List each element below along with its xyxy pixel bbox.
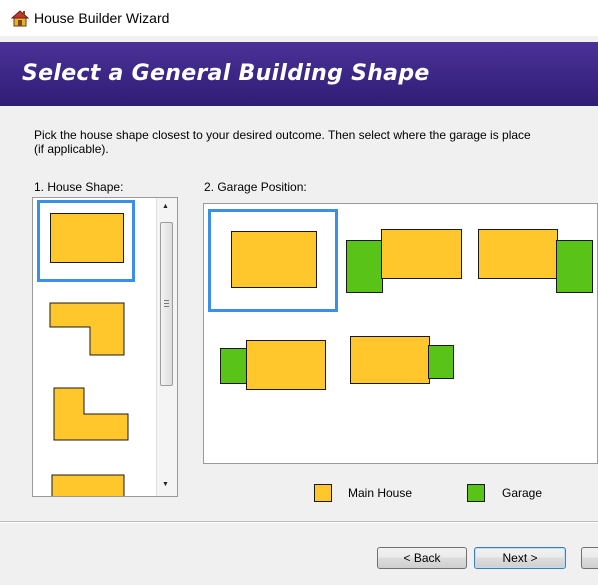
house-icon [11,10,29,27]
house-shape-label: 1. House Shape: [34,180,124,194]
instructions: Pick the house shape closest to your des… [34,128,598,156]
scroll-up-arrow-icon[interactable]: ▲ [162,203,169,210]
shape-option-partial[interactable] [51,474,127,497]
shape-option-l-shape-1[interactable] [49,302,125,356]
next-button[interactable]: Next > [474,547,566,569]
page-title: Select a General Building Shape [22,61,430,86]
title-bar: House Builder Wizard [0,0,598,36]
wizard-header: Select a General Building Shape [0,42,598,106]
instructions-line-2: (if applicable). [34,142,109,156]
shape-option-rectangle[interactable] [37,200,135,282]
shape-option-l-shape-2[interactable] [53,387,129,441]
garage-position-list[interactable] [203,203,598,464]
garage-option-left[interactable] [344,224,469,298]
window-title: House Builder Wizard [34,10,170,26]
garage-option-none[interactable] [208,209,338,312]
footer-divider [0,521,598,523]
garage-shape [428,345,454,379]
garage-legend-swatch [467,484,485,502]
instructions-line-1: Pick the house shape closest to your des… [34,128,531,142]
garage-shape [556,240,593,293]
shape-list-scrollbar[interactable]: ▲ ▼ [156,198,177,496]
garage-shape [346,240,383,293]
scrollbar-thumb[interactable] [160,222,173,386]
main-house-legend-label: Main House [348,486,413,500]
garage-shape [220,348,248,384]
main-house-shape [381,229,462,279]
house-shape-rectangle [50,213,124,263]
main-house-shape [246,340,326,390]
main-house-legend-swatch [314,484,332,502]
main-house-shape [478,229,558,279]
cancel-button-partial[interactable] [581,547,598,569]
back-button[interactable]: < Back [377,547,467,569]
main-house-shape [350,336,430,384]
house-shape-list[interactable]: ▲ ▼ [32,197,178,497]
garage-option-right[interactable] [476,224,596,298]
garage-option-left-side[interactable] [216,336,328,396]
garage-position-label: 2. Garage Position: [204,180,307,194]
scroll-down-arrow-icon[interactable]: ▼ [162,481,169,488]
garage-legend-label: Garage [502,486,543,500]
garage-option-right-side[interactable] [350,336,462,396]
main-house-shape [231,231,317,288]
